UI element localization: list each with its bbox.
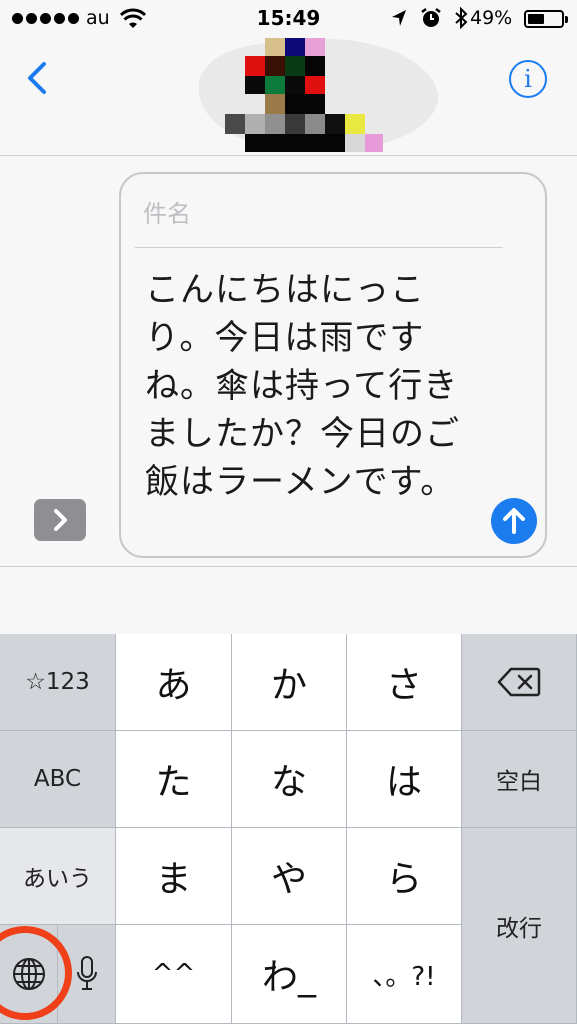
numbers-key[interactable]: ☆123 (0, 634, 116, 731)
return-key[interactable]: 改行 (462, 828, 577, 1024)
battery-fill (528, 14, 544, 24)
kana-key-ra[interactable]: ら (347, 828, 462, 925)
kana-key-wa[interactable]: わ_ (232, 925, 347, 1024)
arrow-up-icon (503, 508, 525, 534)
message-body-input[interactable]: こんにちはにっこり。今日は雨ですね。傘は持って行きましたか？今日のご飯はラーメン… (145, 266, 460, 506)
emoticon-key[interactable]: ^^ (116, 925, 232, 1024)
subject-divider (135, 247, 503, 248)
alarm-icon (421, 8, 441, 27)
kana-key-na[interactable]: な (232, 731, 347, 828)
conversation-header: i (0, 38, 577, 156)
kana-key-ka[interactable]: か (232, 634, 347, 731)
contact-avatar[interactable] (180, 38, 440, 154)
info-button[interactable]: i (509, 60, 547, 98)
kana-key-ya[interactable]: や (232, 828, 347, 925)
delete-backspace-icon (497, 667, 541, 697)
kana-keyboard: ☆123 ABC あいう あ か さ た な は ま や ら ^^ わ_ 、。?… (0, 634, 577, 1024)
kana-key-ma[interactable]: ま (116, 828, 232, 925)
chevron-left-icon (28, 62, 46, 94)
space-key[interactable]: 空白 (462, 731, 577, 828)
kana-key-ta[interactable]: た (116, 731, 232, 828)
message-thread: 件名 こんにちはにっこり。今日は雨ですね。傘は持って行きましたか？今日のご飯はラ… (0, 157, 577, 567)
kana-mode-key[interactable]: あいう (0, 828, 116, 925)
expand-apps-button[interactable] (34, 499, 86, 541)
kana-key-ha[interactable]: は (347, 731, 462, 828)
chevron-right-icon (54, 509, 67, 531)
microphone-icon (76, 956, 97, 990)
delete-key[interactable] (462, 634, 577, 731)
back-button[interactable] (18, 58, 58, 98)
kana-key-a[interactable]: あ (116, 634, 232, 731)
battery-percent: 49% (470, 7, 513, 29)
status-bar: au 15:49 49% (0, 0, 577, 38)
location-arrow-icon (392, 10, 406, 26)
battery-icon (524, 10, 568, 28)
bluetooth-icon (455, 7, 468, 29)
send-button[interactable] (491, 498, 537, 544)
kana-key-sa[interactable]: さ (347, 634, 462, 731)
punctuation-key[interactable]: 、。?! (347, 925, 462, 1024)
abc-key[interactable]: ABC (0, 731, 116, 828)
message-composer[interactable]: 件名 こんにちはにっこり。今日は雨ですね。傘は持って行きましたか？今日のご飯はラ… (119, 172, 547, 558)
subject-field[interactable]: 件名 (143, 194, 191, 229)
